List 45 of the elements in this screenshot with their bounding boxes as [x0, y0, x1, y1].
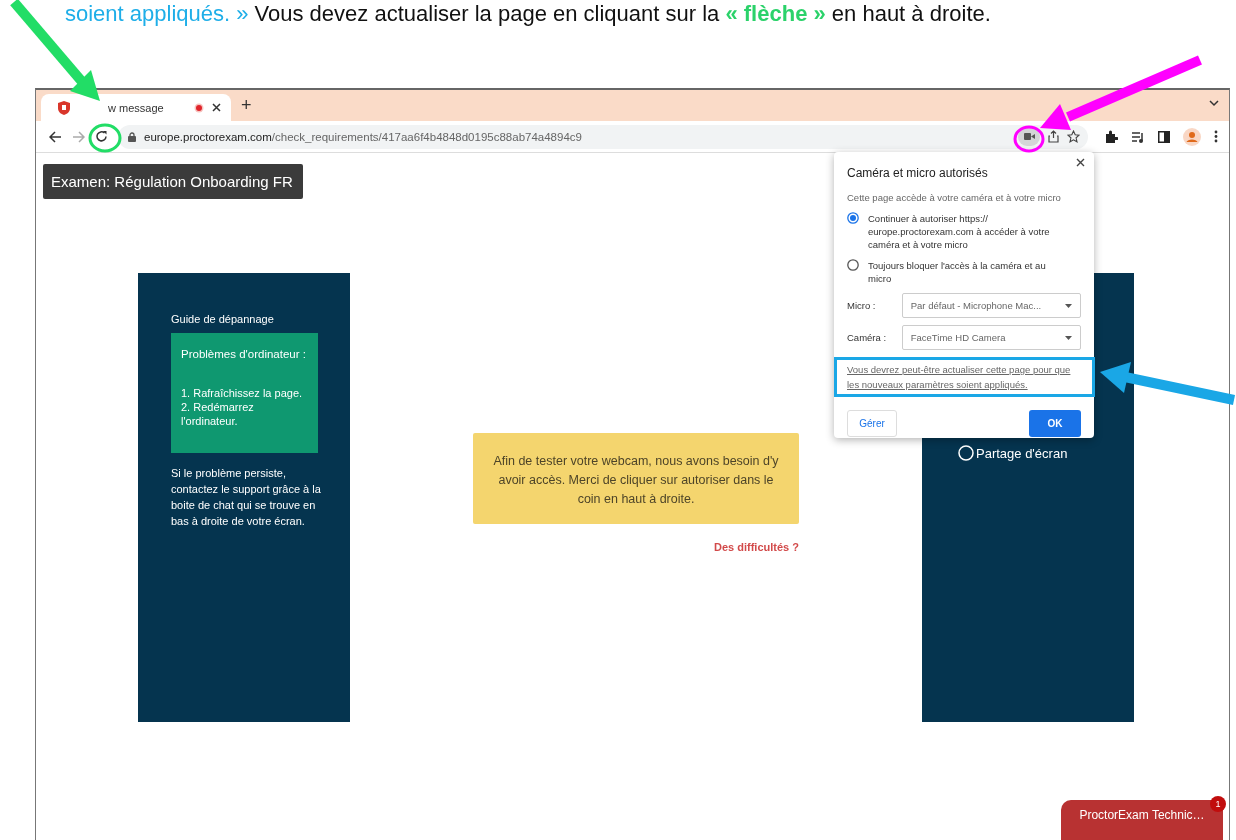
highlight-circle [1013, 125, 1045, 153]
support-note: Si le problème persiste, contactez le support grâce à la boite de chat qui se trouve en bas à droite de votre écran. [171, 466, 321, 529]
dropdown-field[interactable]: Par défaut - Microphone Mac... [901, 293, 1081, 318]
popup-subtitle: Cette page accède à votre caméra et à votre micro [847, 192, 1062, 203]
side-panel-icon[interactable] [1158, 130, 1170, 143]
back-arrow-icon[interactable] [49, 130, 62, 143]
refresh-note: Vous devrez peut-être actualiser cette page pour que les nouveaux paramètres soient appliqués. [847, 363, 1072, 392]
close-icon[interactable] [212, 103, 221, 112]
tip-step: 1. Rafraîchissez la page. [181, 386, 310, 400]
close-icon[interactable] [1076, 158, 1085, 167]
option-label: Toujours bloquer l'accès à la caméra et au micro [868, 259, 1047, 285]
puzzle-icon[interactable] [1105, 130, 1118, 143]
radio-label: Partage d'écran [976, 445, 1068, 461]
radio-button[interactable] [847, 259, 859, 271]
panel-heading: Guide de dépannage [171, 313, 275, 325]
new-tab-button[interactable]: + [241, 95, 252, 116]
tips-title: Problèmes d'ordinateur : [181, 348, 307, 360]
option-label: Continuer à autoriser https:// europe.proctorexam.com à accéder à votre caméra et à votre micro [868, 212, 1051, 251]
shield-icon [58, 100, 70, 115]
lock-icon [128, 131, 136, 142]
star-icon[interactable] [1067, 130, 1080, 143]
playlist-icon[interactable] [1131, 130, 1145, 143]
field-label: Micro : [847, 300, 877, 311]
exam-title-badge: Examen: Régulation Onboarding FR [43, 164, 303, 199]
help-link[interactable]: Des difficultés ? [714, 541, 799, 553]
radio-button[interactable] [847, 212, 859, 224]
reload-icon[interactable] [95, 130, 108, 143]
address-bar[interactable]: europe.proctorexam.com/check_requirements/417aa6f4b4848d0195c88ab74a4894c9 [118, 124, 1088, 149]
notification-count: 1 [1210, 796, 1226, 812]
field-label: Caméra : [847, 332, 888, 343]
webcam-notice: Afin de tester votre webcam, nous avons besoin d'y avoir accès. Merci de cliquer sur autoriser dans le coin en haut à droite. [473, 433, 799, 524]
share-icon[interactable] [1048, 130, 1059, 143]
tip-step: 2. Redémarrez l'ordinateur. [181, 400, 310, 428]
manage-button[interactable]: Gérer [847, 410, 897, 437]
caret-icon [1065, 303, 1072, 308]
more-menu-icon[interactable] [1214, 130, 1218, 143]
browser-tab[interactable]: w message [41, 94, 231, 121]
highlight-circle [88, 123, 122, 153]
instruction-text: soient appliqués. » Vous devez actualiser la page en cliquant sur la « flèche » en haut à droite. [64, 0, 992, 27]
popup-title: Caméra et micro autorisés [847, 166, 989, 180]
dropdown-field[interactable]: FaceTime HD Camera [901, 325, 1081, 350]
ok-button[interactable]: OK [1029, 410, 1081, 437]
caret-icon [1065, 335, 1072, 340]
chevron-down-icon[interactable] [1209, 100, 1219, 107]
avatar-icon[interactable] [1183, 127, 1201, 146]
